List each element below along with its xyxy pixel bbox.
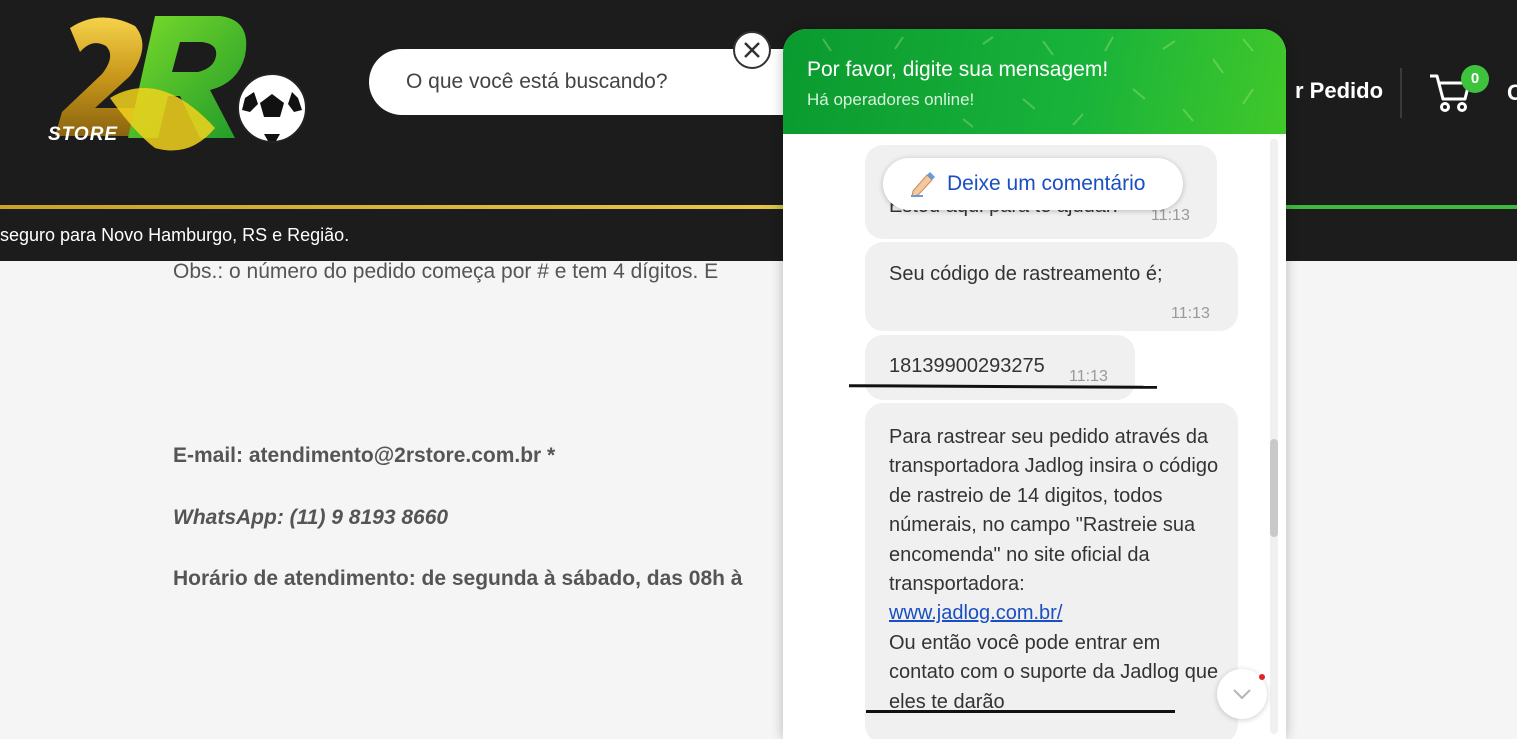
contact-email: E-mail: atendimento@2rstore.com.br *	[173, 444, 556, 467]
leave-comment-label: Deixe um comentário	[947, 172, 1146, 195]
tracking-code: 18139900293275	[889, 355, 1045, 377]
close-chat-button[interactable]	[733, 31, 771, 69]
hand-drawn-underline	[866, 710, 1175, 713]
close-icon	[744, 42, 760, 58]
pencil-icon	[911, 172, 935, 197]
chat-scrollbar-thumb[interactable]	[1270, 439, 1278, 537]
header-separator	[1400, 68, 1402, 118]
chat-title: Por favor, digite sua mensagem!	[807, 58, 1109, 81]
chat-scrollbar-track[interactable]	[1270, 139, 1278, 734]
message-time: 11:13	[1171, 305, 1210, 322]
logo-store-text: STORE	[48, 124, 119, 145]
chat-message: Para rastrear seu pedido através da tran…	[865, 403, 1238, 739]
header-account-text[interactable]: C	[1507, 80, 1517, 106]
chat-message: 18139900293275 11:13	[865, 335, 1135, 400]
jadlog-link[interactable]: www.jadlog.com.br/	[889, 602, 1062, 624]
store-logo[interactable]: STORE	[40, 8, 310, 163]
message-text: Seu código de rastreamento é;	[889, 263, 1163, 285]
tracking-instructions: Para rastrear seu pedido através da tran…	[889, 423, 1229, 717]
chat-message: Seu código de rastreamento é; 11:13	[865, 242, 1238, 331]
chat-header: Por favor, digite sua mensagem! Há opera…	[783, 29, 1286, 134]
contact-whatsapp: WhatsApp: (11) 9 8193 8660	[173, 506, 449, 529]
announcement-text: seguro para Novo Hamburgo, RS e Região.	[0, 225, 350, 245]
message-time: 11:13	[1069, 368, 1108, 385]
instructions-text-continued: Ou então você pode entrar em contato com…	[889, 631, 1219, 713]
cart-count-badge: 0	[1461, 65, 1489, 93]
order-number-note: Obs.: o número do pedido começa por # e …	[173, 260, 719, 283]
leave-comment-button[interactable]: Deixe um comentário	[883, 158, 1183, 210]
opening-hours: Horário de atendimento: de segunda à sáb…	[173, 567, 743, 590]
chat-status: Há operadores online!	[807, 90, 975, 109]
track-order-link[interactable]: r Pedido	[1295, 78, 1383, 104]
search-placeholder: O que você está buscando?	[406, 70, 668, 93]
instructions-text: Para rastrear seu pedido através da tran…	[889, 426, 1219, 596]
unread-dot	[1259, 674, 1265, 680]
